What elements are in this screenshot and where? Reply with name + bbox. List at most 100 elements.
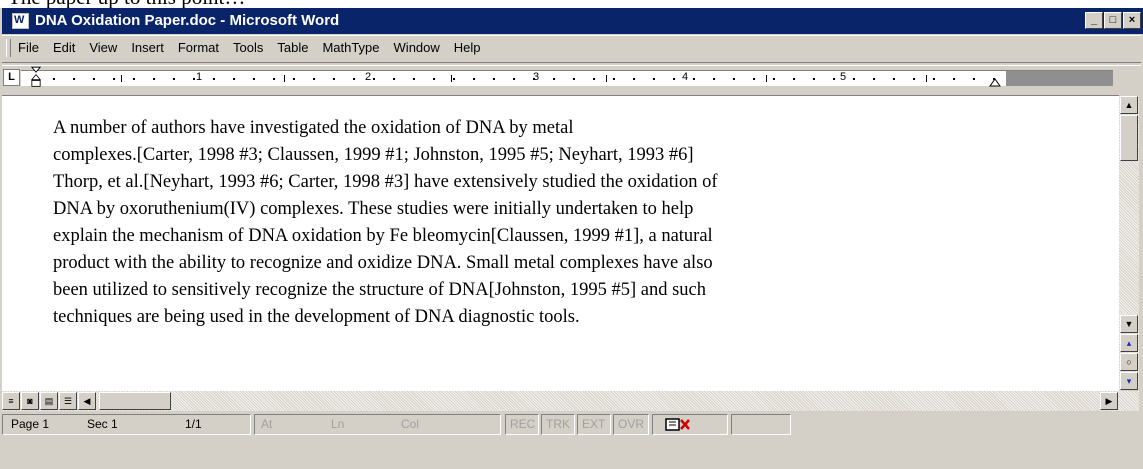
title-bar[interactable]: DNA Oxidation Paper.doc - Microsoft Word…	[2, 8, 1143, 34]
menu-help[interactable]: Help	[454, 40, 481, 55]
word-doc-icon[interactable]	[12, 13, 29, 29]
menu-insert[interactable]: Insert	[131, 40, 164, 55]
ruler-dot	[133, 78, 135, 80]
close-button[interactable]: ×	[1123, 12, 1141, 29]
web-layout-view-icon[interactable]: ◙	[21, 392, 39, 410]
maximize-button[interactable]: □	[1104, 12, 1122, 29]
status-rec[interactable]: REC	[505, 414, 539, 435]
ruler-dot	[853, 78, 855, 80]
scroll-thumb[interactable]	[1120, 115, 1138, 161]
status-ovr[interactable]: OVR	[613, 414, 649, 435]
status-trk[interactable]: TRK	[541, 414, 575, 435]
ruler-dot	[933, 78, 935, 80]
document-line: product with the ability to recognize an…	[53, 253, 713, 273]
status-ext[interactable]: EXT	[577, 414, 611, 435]
status-language-cell	[731, 414, 791, 435]
normal-view-icon[interactable]: ≡	[2, 392, 20, 410]
ruler-dot	[593, 78, 595, 80]
ruler-dot	[73, 78, 75, 80]
next-page-icon[interactable]: ▾	[1120, 372, 1138, 390]
scroll-right-icon[interactable]: ▶	[1100, 392, 1118, 410]
print-layout-view-icon[interactable]: ▤	[40, 392, 58, 410]
ruler-dot	[813, 78, 815, 80]
status-at: At	[261, 417, 273, 431]
status-column: Col	[401, 417, 420, 431]
menu-table[interactable]: Table	[277, 40, 308, 55]
menu-file[interactable]: File	[18, 40, 39, 55]
ruler-dot	[493, 78, 495, 80]
minimize-button[interactable]: _	[1085, 12, 1103, 29]
vertical-scrollbar[interactable]: ▲ ▼ ▴ ○ ▾	[1119, 96, 1139, 390]
tab-selector[interactable]: L	[3, 69, 20, 86]
ruler-dot	[893, 78, 895, 80]
menu-view[interactable]: View	[89, 40, 117, 55]
ruler-dot	[693, 78, 695, 80]
ruler-dot	[633, 78, 635, 80]
menu-mathtype[interactable]: MathType	[322, 40, 379, 55]
ruler-dot	[413, 78, 415, 80]
ruler-number: 1	[196, 71, 203, 83]
indent-markers-icon[interactable]	[31, 64, 41, 92]
ruler-dot	[613, 78, 615, 80]
document-line: explain the mechanism of DNA oxidation b…	[53, 226, 713, 246]
menu-items: File Edit View Insert Format Tools Table…	[18, 40, 481, 55]
document-line: DNA by oxoruthenium(IV) complexes. These…	[53, 199, 694, 219]
ruler-dot	[153, 78, 155, 80]
document-line: A number of authors have investigated th…	[53, 118, 574, 138]
menu-window[interactable]: Window	[394, 40, 440, 55]
window-title: DNA Oxidation Paper.doc - Microsoft Word	[35, 12, 340, 29]
right-indent-icon[interactable]	[989, 78, 1001, 87]
ruler-dot	[533, 78, 535, 80]
menu-edit[interactable]: Edit	[53, 40, 75, 55]
horizontal-ruler[interactable]: 1 2 3 4 5	[21, 70, 1113, 86]
ruler-dot	[973, 78, 975, 80]
ruler-dot	[773, 78, 775, 80]
ruler-dot	[353, 78, 355, 80]
ruler-dot	[913, 78, 915, 80]
document-body[interactable]: A number of authors have investigated th…	[53, 115, 1113, 331]
ruler-number: 5	[840, 71, 847, 83]
ruler-dot	[753, 78, 755, 80]
ruler-dot	[833, 78, 835, 80]
ruler-tick	[606, 75, 607, 82]
ruler-dot	[573, 78, 575, 80]
ruler-dot	[793, 78, 795, 80]
ruler-dot	[473, 78, 475, 80]
ruler-dot	[113, 78, 115, 80]
ruler-dot	[253, 78, 255, 80]
ruler-dot	[453, 78, 455, 80]
scroll-up-icon[interactable]: ▲	[1120, 96, 1138, 114]
ruler-tick	[451, 75, 452, 82]
ruler-dot	[53, 78, 55, 80]
previous-page-icon[interactable]: ▴	[1120, 334, 1138, 352]
ruler-tick	[121, 75, 122, 82]
menubar-grip[interactable]	[6, 39, 11, 57]
ruler-tick	[766, 75, 767, 82]
ruler-dot	[873, 78, 875, 80]
scroll-down-icon[interactable]: ▼	[1120, 315, 1138, 333]
ruler-number: 2	[365, 71, 372, 83]
document-line: Thorp, et al.[Neyhart, 1993 #6; Carter, …	[53, 172, 718, 192]
status-section: Sec 1	[87, 417, 118, 431]
ruler-dot	[193, 78, 195, 80]
outline-view-icon[interactable]: ☰	[59, 392, 77, 410]
status-bar: Page 1 Sec 1 1/1 At Ln Col REC TRK EXT O…	[2, 414, 1141, 438]
status-page-count: 1/1	[185, 417, 202, 431]
ruler-dot	[213, 78, 215, 80]
ruler-dot	[333, 78, 335, 80]
menu-format[interactable]: Format	[178, 40, 219, 55]
ruler-number: 4	[682, 71, 689, 83]
scroll-left-icon[interactable]: ◀	[78, 392, 96, 410]
spelling-book-icon[interactable]	[665, 417, 693, 432]
ruler-dot	[233, 78, 235, 80]
horizontal-scroll-area: ≡ ◙ ▤ ☰ ◀ ▶	[2, 391, 1139, 411]
menu-tools[interactable]: Tools	[233, 40, 263, 55]
status-position: At Ln Col	[254, 414, 501, 435]
ruler-dot	[393, 78, 395, 80]
spelling-status-cell	[652, 414, 728, 435]
ruler-dot	[713, 78, 715, 80]
ruler-dot	[273, 78, 275, 80]
status-page-section: Page 1 Sec 1 1/1	[2, 414, 251, 435]
horizontal-scroll-thumb[interactable]	[99, 392, 171, 410]
select-browse-object-icon[interactable]: ○	[1120, 353, 1138, 371]
